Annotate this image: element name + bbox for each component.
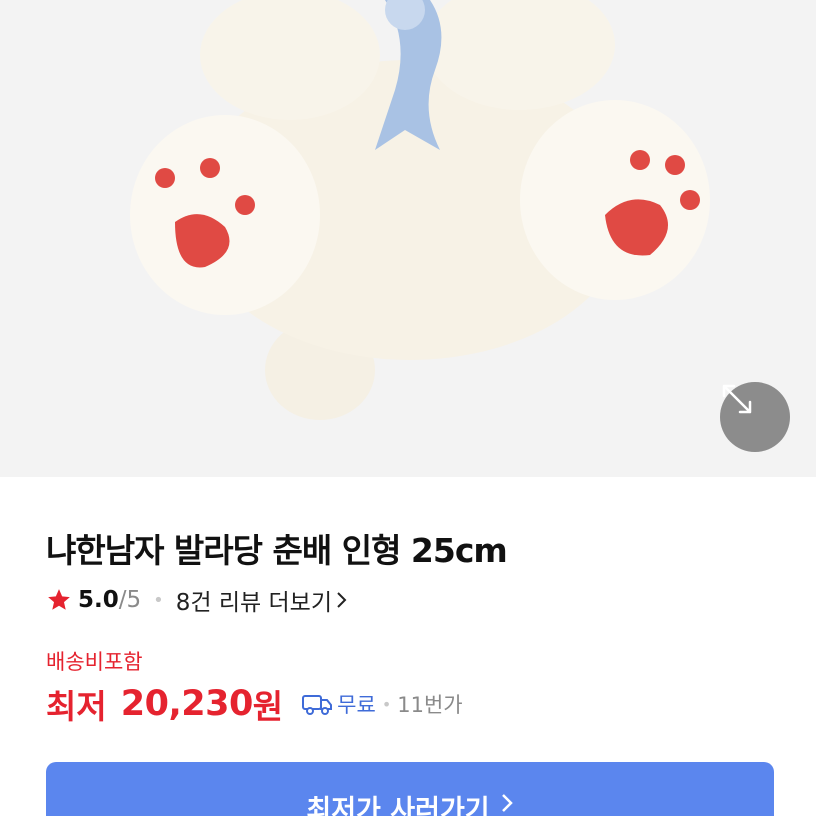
cta-label: 최저가 사러가기 xyxy=(306,795,490,816)
review-link-label: 8건 리뷰 더보기 xyxy=(175,590,332,616)
product-image[interactable] xyxy=(0,0,816,477)
expand-button[interactable] xyxy=(720,382,790,452)
review-link[interactable]: 8건 리뷰 더보기 xyxy=(176,583,348,617)
price-value: 20,230 xyxy=(120,684,254,724)
product-title: 냐한남자 발라당 춘배 인형 25cm xyxy=(46,531,508,570)
shipping-label: 배송비포함 xyxy=(46,650,143,674)
chevron-right-icon xyxy=(501,794,513,812)
rating-score: 5.0 xyxy=(78,587,119,613)
price-prefix: 최저 xyxy=(46,687,107,726)
price-unit: 원 xyxy=(252,687,284,726)
plush-image xyxy=(130,0,710,420)
buy-lowest-price-button[interactable]: 최저가 사러가기 xyxy=(46,762,774,816)
truck-icon xyxy=(302,695,333,715)
separator-dot: • xyxy=(381,694,392,714)
expand-icon xyxy=(722,384,752,414)
star-icon xyxy=(48,589,70,610)
rating-row: 5.0 /5 • 8건 리뷰 더보기 xyxy=(46,584,348,616)
rating-max: /5 xyxy=(118,587,142,613)
chevron-right-icon xyxy=(337,592,347,608)
price-row: 최저 20,230 원 무료 • 11번가 xyxy=(46,680,463,728)
shipping-free: 무료 xyxy=(337,693,376,717)
seller-name: 11번가 xyxy=(397,693,463,717)
separator-dot: • xyxy=(153,589,164,611)
